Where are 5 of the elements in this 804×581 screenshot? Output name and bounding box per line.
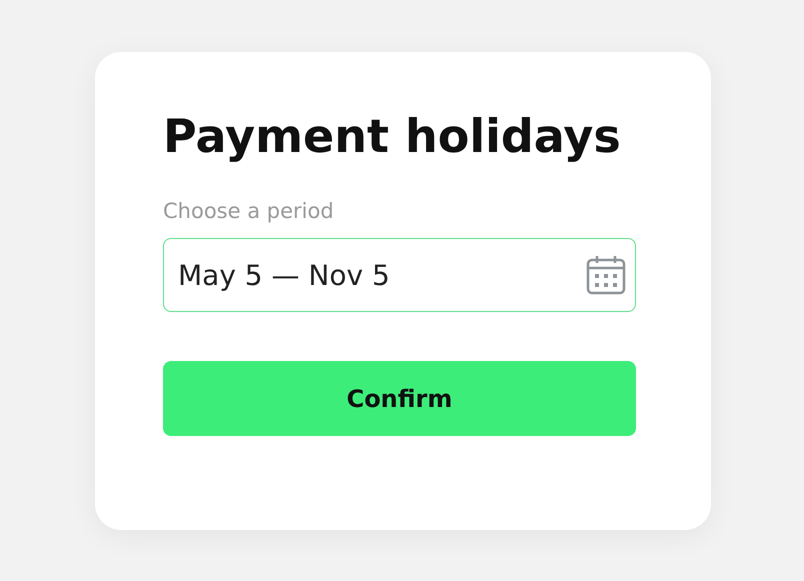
confirm-button[interactable]: Confirm <box>163 361 636 436</box>
field-label: Choose a period <box>163 198 335 224</box>
calendar-icon[interactable] <box>586 255 626 295</box>
dialog-title: Payment holidays <box>163 108 622 164</box>
date-range-field[interactable]: May 5 — Nov 5 <box>163 238 636 312</box>
